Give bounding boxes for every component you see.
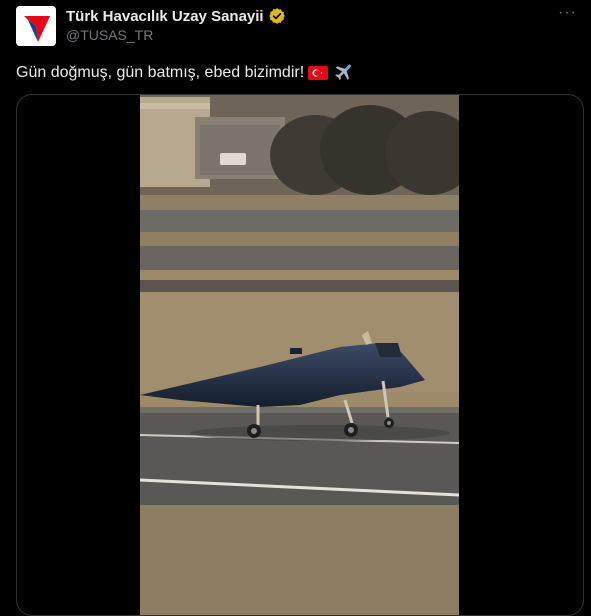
author-name-row: Türk Havacılık Uzay Sanayii <box>66 7 286 25</box>
display-name[interactable]: Türk Havacılık Uzay Sanayii <box>66 8 264 25</box>
airplane-icon <box>332 62 354 84</box>
media-container[interactable] <box>16 94 584 616</box>
tweet-text-content: Gün doğmuş, gün batmış, ebed bizimdir! <box>16 64 305 81</box>
turkey-flag-icon <box>308 66 329 80</box>
verified-badge-icon <box>268 7 286 25</box>
avatar[interactable] <box>16 6 56 46</box>
video-frame[interactable] <box>140 95 459 615</box>
tweet-text: Gün doğmuş, gün batmış, ebed bizimdir! <box>16 62 354 84</box>
user-handle[interactable]: @TUSAS_TR <box>66 27 153 43</box>
tusas-logo-icon <box>16 6 56 46</box>
more-options-icon[interactable]: ··· <box>558 4 577 22</box>
